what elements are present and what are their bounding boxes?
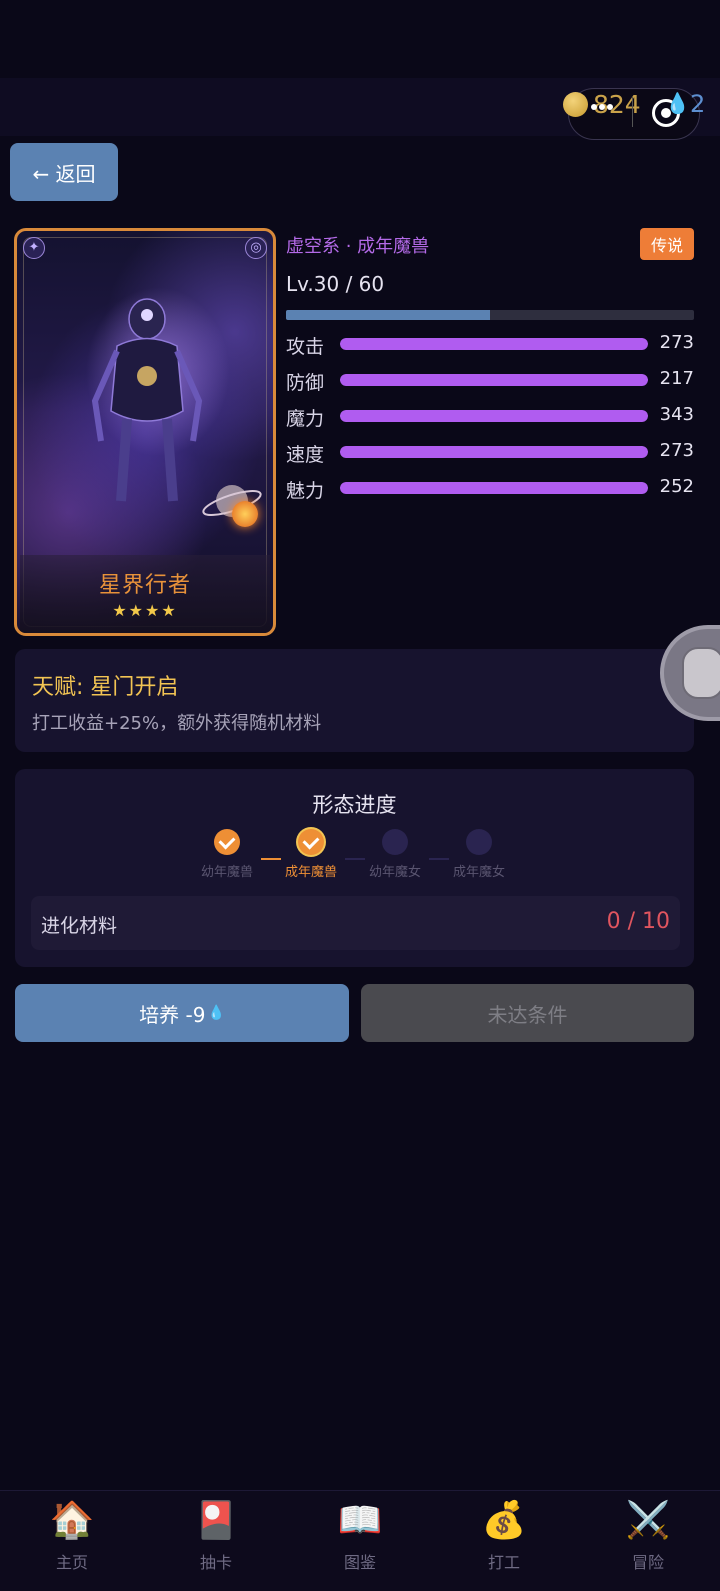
material-count: 0 / 10 <box>606 909 670 934</box>
stat-value: 273 <box>659 440 694 461</box>
level-progress-fill <box>286 310 490 320</box>
stage-label: 成年魔兽 <box>284 865 337 880</box>
nav-item[interactable]: 🏠 主页 <box>0 1499 144 1573</box>
stat-row: 速度 273 <box>286 440 694 466</box>
card-title: 星界行者 <box>98 573 191 598</box>
stat-bar-fill <box>340 446 648 458</box>
stat-value: 343 <box>659 404 694 425</box>
stat-row: 魅力 252 <box>286 476 694 502</box>
nav-label: 图鉴 <box>343 1553 376 1572</box>
form-progress-title: 形态进度 <box>312 793 397 817</box>
element-icon: ✦ <box>23 237 45 259</box>
form-stage: 幼年魔兽 <box>187 829 267 880</box>
nav-item[interactable]: 📖 图鉴 <box>288 1499 432 1573</box>
stage-dot <box>466 829 492 855</box>
coin-icon <box>563 92 588 117</box>
check-icon <box>214 829 240 855</box>
stage-dot <box>382 829 408 855</box>
material-label: 进化材料 <box>41 915 118 937</box>
check-icon <box>298 829 324 855</box>
stat-row: 魔力 343 <box>286 404 694 430</box>
evolution-material-row: 进化材料 0 / 10 <box>31 896 680 950</box>
cultivate-label: 培养 -9 <box>139 1002 206 1027</box>
nav-item[interactable]: 🎴 抽卡 <box>144 1499 288 1573</box>
gem-count: 2 <box>690 90 706 118</box>
nav-label: 抽卡 <box>199 1553 232 1572</box>
nav-icon: 💰 <box>481 1500 527 1541</box>
more-menu-icon[interactable] <box>591 104 613 114</box>
stat-bar-fill <box>340 338 648 350</box>
void-icon: ◎ <box>245 237 267 259</box>
stat-label: 魔力 <box>286 408 325 430</box>
stat-bar <box>340 410 648 422</box>
form-stage: 幼年魔女 <box>355 829 435 880</box>
talent-description: 打工收益+25%，额外获得随机材料 <box>32 713 322 734</box>
back-button[interactable]: ← 返回 <box>10 143 118 201</box>
stat-value: 217 <box>659 368 694 389</box>
stat-value: 252 <box>659 476 694 497</box>
stat-bar-fill <box>340 374 648 386</box>
stat-label: 攻击 <box>286 336 325 358</box>
cosmic-golem-art <box>91 298 203 502</box>
form-stage: 成年魔女 <box>439 829 519 880</box>
rarity-badge: 传说 <box>640 228 694 260</box>
capsule-divider <box>632 97 633 127</box>
stat-row: 防御 217 <box>286 368 694 394</box>
level-progress-bar <box>286 310 694 320</box>
stage-label: 幼年魔兽 <box>200 865 253 880</box>
sun-art <box>232 501 258 527</box>
stat-row: 攻击 273 <box>286 332 694 358</box>
level-label: Lv.30 / 60 <box>286 272 385 296</box>
nav-icon: 📖 <box>337 1500 383 1541</box>
character-card[interactable]: ✦ ◎ 星界行者 ★★★★ <box>14 228 276 636</box>
water-drop-icon: 💧 <box>207 1005 225 1021</box>
talent-panel: 天赋: 星门开启 打工收益+25%，额外获得随机材料 <box>15 649 694 752</box>
stat-value: 273 <box>659 332 694 353</box>
stat-bar <box>340 446 648 458</box>
stat-label: 防御 <box>286 372 325 394</box>
evolve-button[interactable]: 未达条件 <box>361 984 694 1042</box>
stat-bar-fill <box>340 410 648 422</box>
type-label: 虚空系 · 成年魔兽 <box>286 236 430 257</box>
cultivate-button[interactable]: 培养 -9 💧 <box>15 984 349 1042</box>
stat-label: 速度 <box>286 444 325 466</box>
bottom-nav: 🏠 主页 🎴 抽卡 📖 图鉴 💰 打工 ⚔️ 冒险 <box>0 1490 720 1591</box>
stat-bar <box>340 338 648 350</box>
talent-title: 天赋: 星门开启 <box>32 675 179 700</box>
nav-label: 主页 <box>55 1553 88 1572</box>
stat-bar <box>340 482 648 494</box>
nav-label: 打工 <box>487 1553 520 1572</box>
assistant-avatar-icon <box>682 647 720 699</box>
nav-item[interactable]: ⚔️ 冒险 <box>576 1499 720 1573</box>
star-rating: ★★★★ <box>112 601 178 620</box>
stage-label: 成年魔女 <box>452 865 505 880</box>
nav-label: 冒险 <box>631 1553 664 1572</box>
nav-icon: 🏠 <box>49 1500 95 1541</box>
stat-label: 魅力 <box>286 480 325 502</box>
nav-icon: 🎴 <box>193 1500 239 1541</box>
nav-icon: ⚔️ <box>625 1500 671 1541</box>
stage-label: 幼年魔女 <box>368 865 421 880</box>
water-drop-icon: 💧 <box>665 91 690 115</box>
form-stage: 成年魔兽 <box>271 829 351 880</box>
stat-bar <box>340 374 648 386</box>
nav-item[interactable]: 💰 打工 <box>432 1499 576 1573</box>
stat-bar-fill <box>340 482 648 494</box>
form-progress-panel: 形态进度 幼年魔兽 成年魔兽 幼年魔女 成年魔女 进化材料 0 / 10 <box>15 769 694 967</box>
